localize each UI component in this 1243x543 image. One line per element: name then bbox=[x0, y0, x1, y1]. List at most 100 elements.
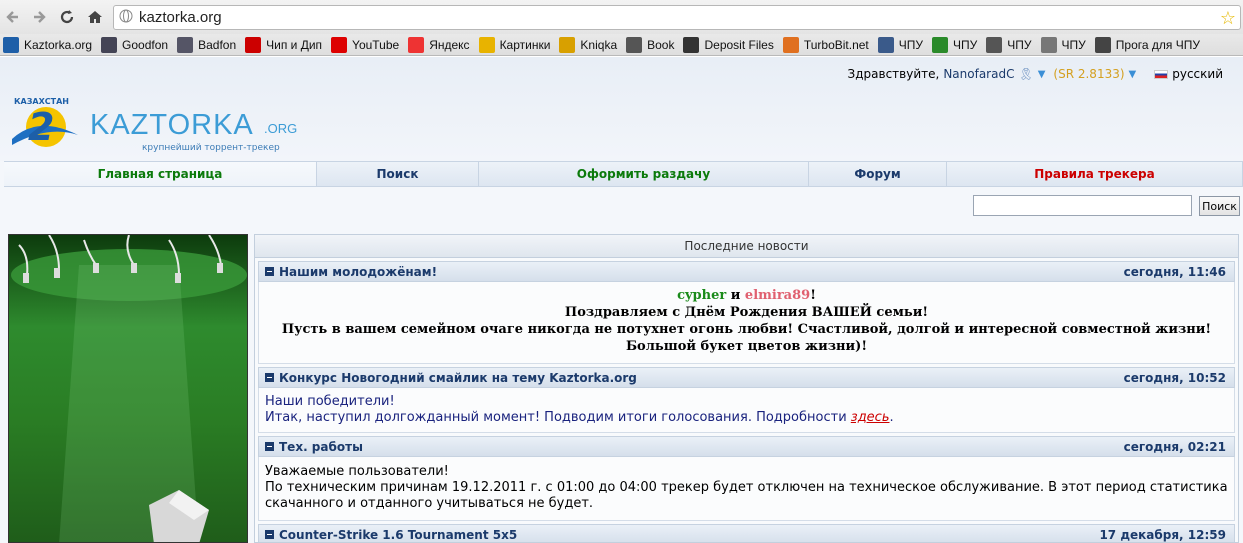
bookmark-label: ЧПУ bbox=[1061, 37, 1086, 52]
main-nav: Главная страница Поиск Оформить раздачу Фор… bbox=[4, 161, 1243, 187]
k-icon bbox=[3, 36, 19, 53]
news-text: Итак, наступил долгожданный момент! Подв… bbox=[265, 410, 851, 425]
congrats-names: cypher и elmira89! bbox=[265, 287, 1228, 304]
bookmark-label: ЧПУ bbox=[953, 37, 978, 52]
home-icon[interactable] bbox=[84, 6, 106, 28]
banner-artwork bbox=[11, 235, 247, 542]
news-panel-title: Последние новости bbox=[255, 235, 1238, 258]
exclamation: ! bbox=[810, 288, 816, 303]
badfon-icon bbox=[177, 36, 194, 53]
gear-icon bbox=[1094, 36, 1111, 53]
bookmark-item[interactable]: ЧПУ bbox=[1040, 36, 1086, 53]
site-header: Здравствуйте, NanofaradC 🎗 ▼ (SR 2.8133)… bbox=[0, 57, 1243, 161]
bookmark-item[interactable]: Чип и Дип bbox=[245, 36, 323, 53]
conjunction: и bbox=[726, 288, 745, 303]
back-icon[interactable] bbox=[2, 6, 24, 28]
y-icon bbox=[932, 36, 949, 53]
collapse-icon[interactable] bbox=[265, 530, 274, 539]
collapse-icon[interactable] bbox=[265, 373, 274, 382]
news-line: По техническим причинам 19.12.2011 г. с … bbox=[265, 480, 1228, 511]
greeting-text: Здравствуйте, bbox=[847, 67, 940, 81]
bookmark-item[interactable]: ЧПУ bbox=[932, 36, 978, 53]
news-item-body: cypher и elmira89! Поздравляем с Днём Ро… bbox=[258, 282, 1235, 364]
news-item-body: Наши победители! Итак, наступил долгожда… bbox=[258, 388, 1235, 433]
search-input[interactable] bbox=[973, 195, 1192, 216]
bookmark-item[interactable]: ЧПУ bbox=[877, 36, 924, 53]
details-link[interactable]: здесь bbox=[851, 410, 890, 425]
news-date: сегодня, 02:21 bbox=[1123, 439, 1226, 454]
collapse-icon[interactable] bbox=[265, 267, 274, 276]
news-item-header[interactable]: Нашим молодожёнам! сегодня, 11:46 bbox=[258, 261, 1235, 282]
bookmark-item[interactable]: TurboBit.net bbox=[782, 36, 869, 53]
bookmark-label: Яндекс bbox=[429, 37, 470, 52]
site-logo[interactable]: 2 КАЗАХСТАН KAZTORKA .ORG крупнейший тор… bbox=[8, 95, 308, 159]
news-item-header[interactable]: Конкурс Новогодний смайлик на тему Kazto… bbox=[258, 367, 1235, 388]
nav-tab[interactable]: Оформить раздачу bbox=[479, 162, 809, 186]
bookmark-label: YouTube bbox=[352, 37, 400, 52]
user-link-cypher[interactable]: cypher bbox=[677, 288, 726, 303]
bookmark-item[interactable]: Deposit Files bbox=[683, 36, 774, 53]
news-title[interactable]: Нашим молодожёнам! bbox=[279, 265, 437, 279]
collapse-icon[interactable] bbox=[265, 442, 274, 451]
nav-tab[interactable]: Главная страница bbox=[4, 162, 317, 186]
bookmark-item[interactable]: Картинки bbox=[478, 36, 551, 53]
news-date: 17 декабря, 12:59 bbox=[1099, 527, 1226, 542]
bookmark-label: TurboBit.net bbox=[803, 37, 869, 52]
news-title[interactable]: Конкурс Новогодний смайлик на тему Kazto… bbox=[279, 371, 637, 385]
youtube-icon bbox=[331, 36, 348, 53]
username-link[interactable]: NanofaradC bbox=[943, 67, 1014, 81]
news-item-header[interactable]: Тех. работы сегодня, 02:21 bbox=[258, 436, 1235, 457]
bookmark-item[interactable]: Goodfon bbox=[101, 36, 168, 53]
news-line: Уважаемые пользователи! bbox=[265, 464, 449, 479]
news-item-body: Уважаемые пользователи! По техническим п… bbox=[258, 457, 1235, 521]
nav-tab[interactable]: Форум bbox=[809, 162, 947, 186]
bookmark-item[interactable]: ЧПУ bbox=[986, 36, 1032, 53]
bookmark-item[interactable]: Прога для ЧПУ bbox=[1094, 36, 1200, 53]
bookmark-label: Прога для ЧПУ bbox=[1115, 37, 1200, 52]
chip-icon bbox=[245, 36, 262, 53]
news-line: Пусть в вашем семейном очаге никогда не … bbox=[281, 322, 1212, 337]
news-line: Поздравляем с Днём Рождения ВАШЕЙ семьи! bbox=[564, 305, 929, 320]
nav-tab[interactable]: Правила трекера bbox=[947, 162, 1243, 186]
language-select[interactable]: русский bbox=[1172, 67, 1223, 81]
bookmark-star-icon[interactable]: ☆ bbox=[1220, 8, 1236, 29]
images-icon bbox=[478, 36, 495, 53]
mail-icon bbox=[1040, 36, 1057, 53]
bookmark-label: ЧПУ bbox=[898, 37, 924, 52]
search-button[interactable]: Поиск bbox=[1199, 196, 1240, 216]
user-link-elmira89[interactable]: elmira89 bbox=[745, 288, 810, 303]
news-line: Наши победители! bbox=[265, 394, 395, 409]
browser-toolbar: kaztorka.org ☆ bbox=[0, 0, 1243, 34]
bookmark-item[interactable]: Яндекс bbox=[408, 36, 470, 53]
forward-icon[interactable] bbox=[28, 6, 50, 28]
promo-banner[interactable] bbox=[8, 234, 248, 543]
news-date: сегодня, 11:46 bbox=[1123, 264, 1226, 279]
bookmark-item[interactable]: Kniqka bbox=[559, 36, 618, 53]
bookmark-item[interactable]: Badfon bbox=[177, 36, 237, 53]
globe-icon bbox=[986, 36, 1003, 53]
bookmark-label: Чип и Дип bbox=[266, 37, 323, 52]
monitor-icon bbox=[101, 36, 118, 53]
deposit-icon bbox=[683, 36, 700, 53]
bookmark-item[interactable]: YouTube bbox=[331, 36, 400, 53]
ratio-arrow-icon[interactable]: ▼ bbox=[1129, 69, 1137, 80]
bookmark-label: ЧПУ bbox=[1007, 37, 1032, 52]
bookmark-label: Kniqka bbox=[580, 37, 618, 52]
bookmark-label: Badfon bbox=[198, 37, 237, 52]
globe-icon bbox=[626, 36, 643, 53]
news-line: Большой букет цветов жизни)! bbox=[625, 339, 868, 354]
news-line: Итак, наступил долгожданный момент! Подв… bbox=[265, 410, 1228, 426]
news-title[interactable]: Counter-Strike 1.6 Tournament 5x5 bbox=[279, 528, 517, 542]
share-ratio: (SR 2.8133) bbox=[1053, 67, 1125, 81]
reload-icon[interactable] bbox=[56, 6, 78, 28]
bookmark-item[interactable]: Kaztorka.org bbox=[3, 36, 92, 53]
user-menu-arrow-icon[interactable]: ▼ bbox=[1038, 69, 1046, 80]
nav-tab[interactable]: Поиск bbox=[317, 162, 479, 186]
bookmark-label: Картинки bbox=[499, 37, 551, 52]
bookmark-item[interactable]: Book bbox=[626, 36, 674, 53]
news-item-header[interactable]: Counter-Strike 1.6 Tournament 5x5 17 дек… bbox=[258, 524, 1235, 542]
news-title[interactable]: Тех. работы bbox=[279, 440, 363, 454]
logo-country: КАЗАХСТАН bbox=[14, 97, 69, 106]
address-bar[interactable]: kaztorka.org ☆ bbox=[113, 5, 1241, 30]
turbobit-icon bbox=[782, 36, 799, 53]
